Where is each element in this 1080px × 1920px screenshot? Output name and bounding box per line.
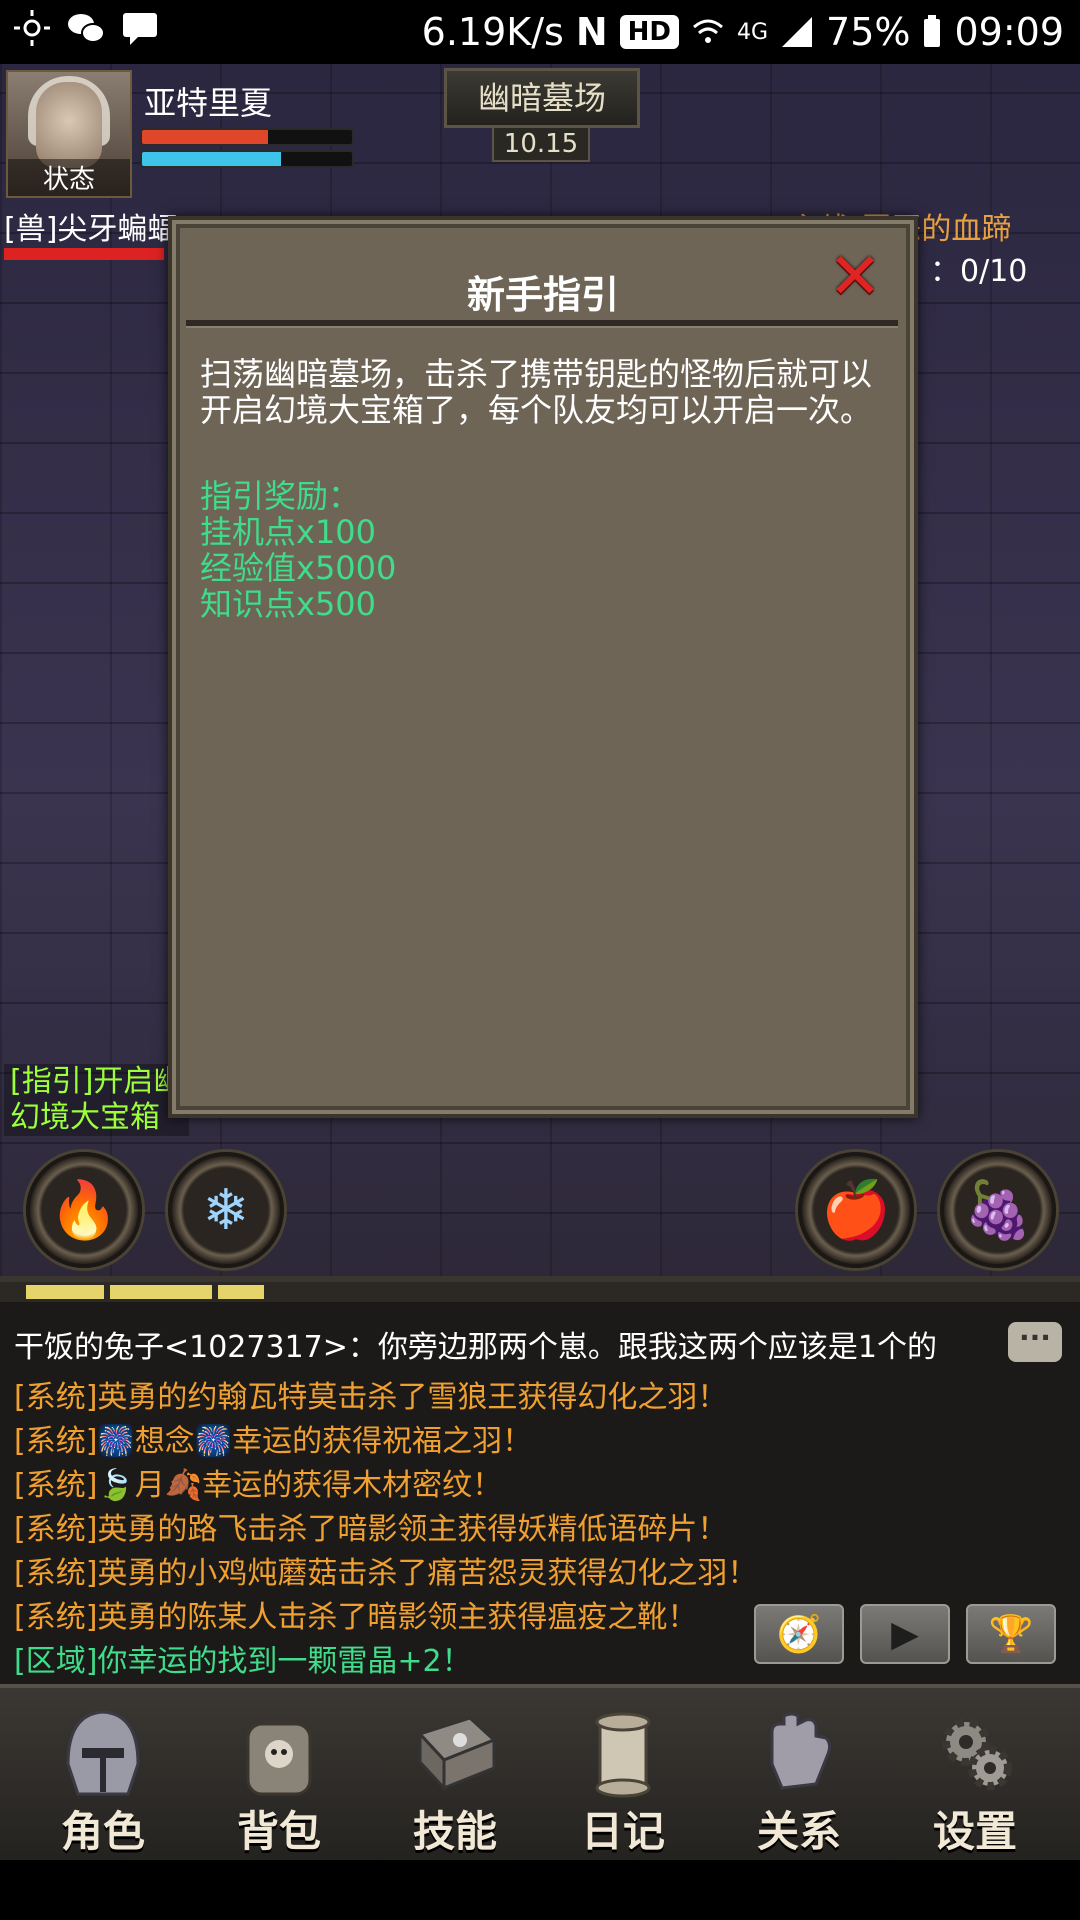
nav-label: 设置 xyxy=(932,1807,1017,1856)
fire-skill-icon: 🔥 xyxy=(49,1178,119,1243)
guide-tip-line2: 幻境大宝箱 xyxy=(10,1100,160,1135)
portrait-face xyxy=(36,82,102,168)
play-icon: ▶ xyxy=(891,1613,919,1655)
nav-label: 日记 xyxy=(580,1807,665,1856)
hd-badge: HD xyxy=(619,15,679,49)
network-type: 4G xyxy=(736,19,769,45)
backpack-icon xyxy=(234,1704,324,1800)
nav-label: 关系 xyxy=(756,1807,841,1856)
network-speed: 6.19K/s xyxy=(421,10,564,54)
reward-item: 挂机点x100 xyxy=(200,513,377,551)
map-name[interactable]: 幽暗墓场 xyxy=(444,68,640,128)
spellbook-icon xyxy=(410,1704,500,1800)
chat-bubble-button[interactable]: ··· xyxy=(1008,1322,1062,1362)
nav-item-settings[interactable]: 设置 xyxy=(890,1688,1060,1864)
signal-icon xyxy=(782,17,813,47)
helmet-icon xyxy=(58,1704,148,1800)
apple-item-button[interactable]: 🍎 xyxy=(798,1152,914,1268)
bottom-nav: 角色 背包 技能 日记 关系 设置 xyxy=(0,1684,1080,1864)
wechat-icon xyxy=(68,14,105,43)
quest-progress: ：0/10 xyxy=(930,254,1028,289)
message-icon xyxy=(123,13,157,45)
nav-item-relations[interactable]: 关系 xyxy=(714,1688,884,1864)
guide-tip[interactable]: [指引]开启幽 幻境大宝箱 xyxy=(4,1064,190,1136)
chat-line[interactable]: [系统]英勇的路飞击杀了暗影领主获得妖精低语碎片！ xyxy=(14,1504,727,1548)
chat-line[interactable]: [区域]你幸运的找到一颗雷晶+2！ xyxy=(14,1636,472,1680)
wifi-icon xyxy=(692,19,723,43)
mp-bar-fill xyxy=(142,152,281,166)
grapes-icon: 🍇 xyxy=(963,1178,1033,1243)
exp-segment xyxy=(26,1285,104,1299)
chat-line[interactable]: [系统]英勇的约翰瓦特莫击杀了雪狼王获得幻化之羽！ xyxy=(14,1372,727,1416)
chat-line[interactable]: [系统]🍃月🍂幸运的获得木材密纹！ xyxy=(14,1460,502,1504)
exp-segment xyxy=(110,1285,212,1299)
player-portrait[interactable]: 状态 xyxy=(6,70,132,198)
nav-label: 角色 xyxy=(60,1807,145,1856)
chat-line[interactable]: [系统]英勇的小鸡炖蘑菇击杀了痛苦怨灵获得幻化之羽！ xyxy=(14,1548,757,1592)
reward-list: 指引奖励： 挂机点x100 经验值x5000 知识点x500 xyxy=(200,478,880,622)
status-right: 6.19K/s N HD 4G 75% 09:09 xyxy=(422,8,1064,56)
map-coordinates: 10.15 xyxy=(492,126,590,162)
dialog-body: 扫荡幽暗墓场，击杀了携带钥匙的怪物后就可以开启幻境大宝箱了，每个队友均可以开启一… xyxy=(200,355,873,429)
system-nav-area xyxy=(0,1860,1080,1920)
close-icon: ✕ xyxy=(828,240,882,314)
battery-percent: 75% xyxy=(826,10,911,54)
dialog-divider xyxy=(186,320,898,328)
gauntlet-icon xyxy=(754,1704,844,1800)
compass-icon: 🧭 xyxy=(776,1614,822,1655)
target-hp-bar xyxy=(4,248,164,260)
nav-item-diary[interactable]: 日记 xyxy=(538,1688,708,1864)
guide-tip-line1: [指引]开启幽 xyxy=(10,1064,184,1099)
trophy-button[interactable]: 🏆 xyxy=(966,1604,1056,1664)
dialog-title: 新手指引 xyxy=(466,273,619,317)
exp-segment xyxy=(218,1285,264,1299)
hp-bar xyxy=(140,128,354,146)
chat-panel[interactable]: 干饭的兔子<1027317>：你旁边那两个崽。跟我这两个应该是1个的 [系统]英… xyxy=(0,1276,1080,1690)
status-left-icons xyxy=(12,8,160,48)
reward-item: 经验值x5000 xyxy=(200,549,397,587)
nav-label: 背包 xyxy=(236,1807,321,1856)
grapes-item-button[interactable]: 🍇 xyxy=(940,1152,1056,1268)
hp-bar-fill xyxy=(142,130,268,144)
fire-skill-button[interactable]: 🔥 xyxy=(26,1152,142,1268)
battery-icon xyxy=(924,15,941,47)
trophy-icon: 🏆 xyxy=(988,1614,1034,1655)
gear-icon xyxy=(930,1704,1020,1800)
reward-heading: 指引奖励： xyxy=(200,477,361,515)
sun-icon xyxy=(14,10,50,46)
status-bar: 6.19K/s N HD 4G 75% 09:09 xyxy=(0,0,1080,64)
scroll-icon xyxy=(578,1704,668,1800)
exp-bar xyxy=(0,1282,1080,1302)
chat-line[interactable]: 干饭的兔子<1027317>：你旁边那两个崽。跟我这两个应该是1个的 xyxy=(14,1322,937,1366)
player-name: 亚特里夏 xyxy=(144,84,273,122)
chat-line[interactable]: [系统]🎆想念🎆幸运的获得祝福之羽！ xyxy=(14,1416,532,1460)
apple-icon: 🍎 xyxy=(821,1178,891,1243)
mp-bar xyxy=(140,150,354,168)
nav-label: 技能 xyxy=(412,1807,497,1856)
frost-shield-icon: ❄ xyxy=(202,1177,250,1243)
play-button[interactable]: ▶ xyxy=(860,1604,950,1664)
nfc-icon: N xyxy=(575,10,608,54)
close-button[interactable]: ✕ xyxy=(826,240,884,314)
nav-item-backpack[interactable]: 背包 xyxy=(194,1688,364,1864)
compass-button[interactable]: 🧭 xyxy=(754,1604,844,1664)
reward-item: 知识点x500 xyxy=(200,585,377,623)
chat-line[interactable]: [系统]英勇的陈某人击杀了暗影领主获得瘟疫之靴！ xyxy=(14,1592,697,1636)
nav-item-skills[interactable]: 技能 xyxy=(370,1688,540,1864)
newbie-guide-dialog: 新手指引 ✕ 扫荡幽暗墓场，击杀了携带钥匙的怪物后就可以开启幻境大宝箱了，每个队… xyxy=(168,216,918,1118)
frost-shield-skill-button[interactable]: ❄ xyxy=(168,1152,284,1268)
portrait-label: 状态 xyxy=(8,159,130,196)
nav-item-character[interactable]: 角色 xyxy=(18,1688,188,1864)
target-name[interactable]: [兽]尖牙蝙蝠 xyxy=(4,204,177,248)
clock: 09:09 xyxy=(954,10,1064,54)
